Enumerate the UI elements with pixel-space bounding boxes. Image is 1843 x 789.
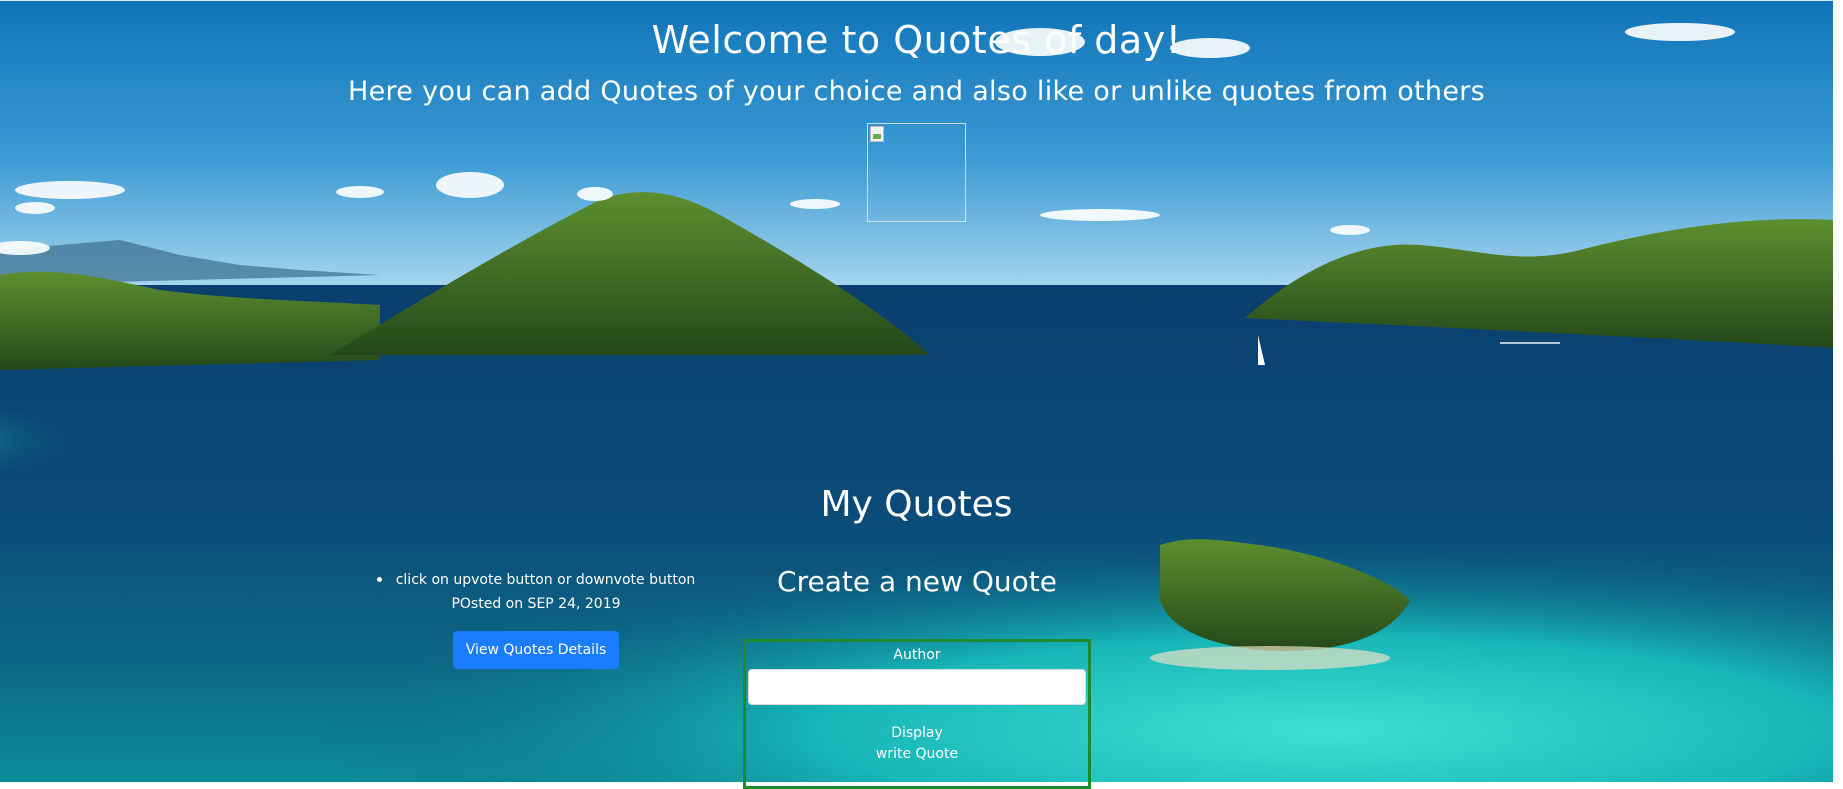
bullet-icon <box>376 576 382 582</box>
create-quote-heading: Create a new Quote <box>777 565 1057 598</box>
create-quote-form: Author Display write Quote <box>743 639 1091 789</box>
scrollbar-gutter <box>1833 0 1843 782</box>
list-item: click on upvote button or downvote butto… <box>356 568 716 592</box>
quote-text: click on upvote button or downvote butto… <box>395 572 696 588</box>
broken-image-icon <box>870 126 884 142</box>
quote-list: click on upvote button or downvote butto… <box>356 568 716 669</box>
posted-date: POsted on SEP 24, 2019 <box>451 596 621 612</box>
page-subtitle: Here you can add Quotes of your choice a… <box>347 76 1486 107</box>
write-quote-label: write Quote <box>875 746 959 762</box>
page-title: Welcome to Quotes of day! <box>651 18 1182 62</box>
top-border <box>0 0 1833 1</box>
display-label: Display <box>891 725 943 741</box>
view-quotes-details-button[interactable]: View Quotes Details <box>452 631 620 669</box>
author-label: Author <box>893 647 941 663</box>
author-input[interactable] <box>748 669 1086 705</box>
my-quotes-heading: My Quotes <box>820 484 1013 525</box>
hero-image <box>867 123 966 222</box>
